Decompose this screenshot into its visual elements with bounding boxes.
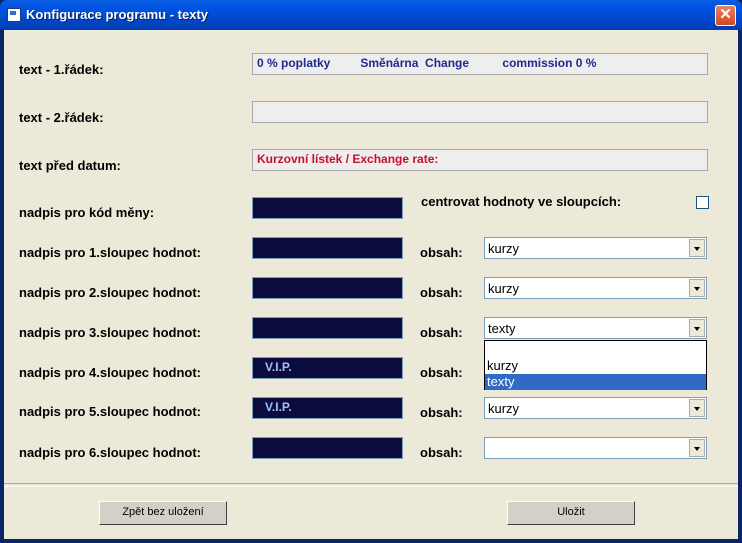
col2-field[interactable] [252,277,403,299]
label-col3: nadpis pro 3.sloupec hodnot: [19,325,201,340]
label-content-4: obsah: [420,365,463,380]
window-title: Konfigurace programu - texty [26,7,209,22]
label-content-6: obsah: [420,445,463,460]
label-col5: nadpis pro 5.sloupec hodnot: [19,404,201,419]
chevron-down-icon[interactable] [689,319,705,337]
chevron-down-icon[interactable] [689,239,705,257]
currency-code-field[interactable] [252,197,403,219]
title-bar[interactable]: Konfigurace programu - texty ✕ [0,0,742,30]
col4-field[interactable]: V.I.P. [252,357,403,379]
col1-content-select[interactable]: kurzy [484,237,707,259]
label-col1: nadpis pro 1.sloupec hodnot: [19,245,201,260]
select-value: texty [488,321,516,336]
col6-field[interactable] [252,437,403,459]
select-value: kurzy [488,281,520,296]
col5-field[interactable]: V.I.P. [252,397,403,419]
chevron-down-icon[interactable] [689,399,705,417]
chevron-down-icon[interactable] [689,439,705,457]
select-value: kurzy [488,401,520,416]
separator [4,483,738,487]
back-without-save-button[interactable]: Zpět bez uložení [99,501,227,525]
chevron-down-icon[interactable] [689,279,705,297]
label-col4: nadpis pro 4.sloupec hodnot: [19,365,201,380]
label-content-2: obsah: [420,285,463,300]
label-col2: nadpis pro 2.sloupec hodnot: [19,285,201,300]
form-body: text - 1.řádek: 0 % poplatky Směnárna Ch… [4,30,738,539]
label-center-values: centrovat hodnoty ve sloupcích: [421,194,622,209]
col3-field[interactable] [252,317,403,339]
close-button[interactable]: ✕ [715,5,736,26]
before-date-field[interactable]: Kurzovní lístek / Exchange rate: [252,149,708,171]
label-col6: nadpis pro 6.sloupec hodnot: [19,445,201,460]
app-icon [7,8,21,22]
label-text2: text - 2.řádek: [19,110,104,125]
label-content-3: obsah: [420,325,463,340]
save-button[interactable]: Uložit [507,501,635,525]
label-content-1: obsah: [420,245,463,260]
dropdown-option-empty[interactable] [485,342,706,358]
label-text1: text - 1.řádek: [19,62,104,77]
col1-field[interactable] [252,237,403,259]
col3-content-select[interactable]: texty [484,317,707,339]
dropdown-option-kurzy[interactable]: kurzy [485,358,706,374]
dropdown-option-texty[interactable]: texty [485,374,706,390]
label-content-5: obsah: [420,405,463,420]
label-currency-code: nadpis pro kód měny: [19,205,155,220]
label-before-date: text před datum: [19,158,121,173]
col2-content-select[interactable]: kurzy [484,277,707,299]
text2-field[interactable] [252,101,708,123]
col6-content-select[interactable] [484,437,707,459]
text1-field[interactable]: 0 % poplatky Směnárna Change commission … [252,53,708,75]
center-values-checkbox[interactable] [696,196,709,209]
col5-content-select[interactable]: kurzy [484,397,707,419]
select-value: kurzy [488,241,520,256]
config-window: Konfigurace programu - texty ✕ text - 1.… [0,0,742,543]
content-dropdown-list: kurzy texty [484,340,707,390]
